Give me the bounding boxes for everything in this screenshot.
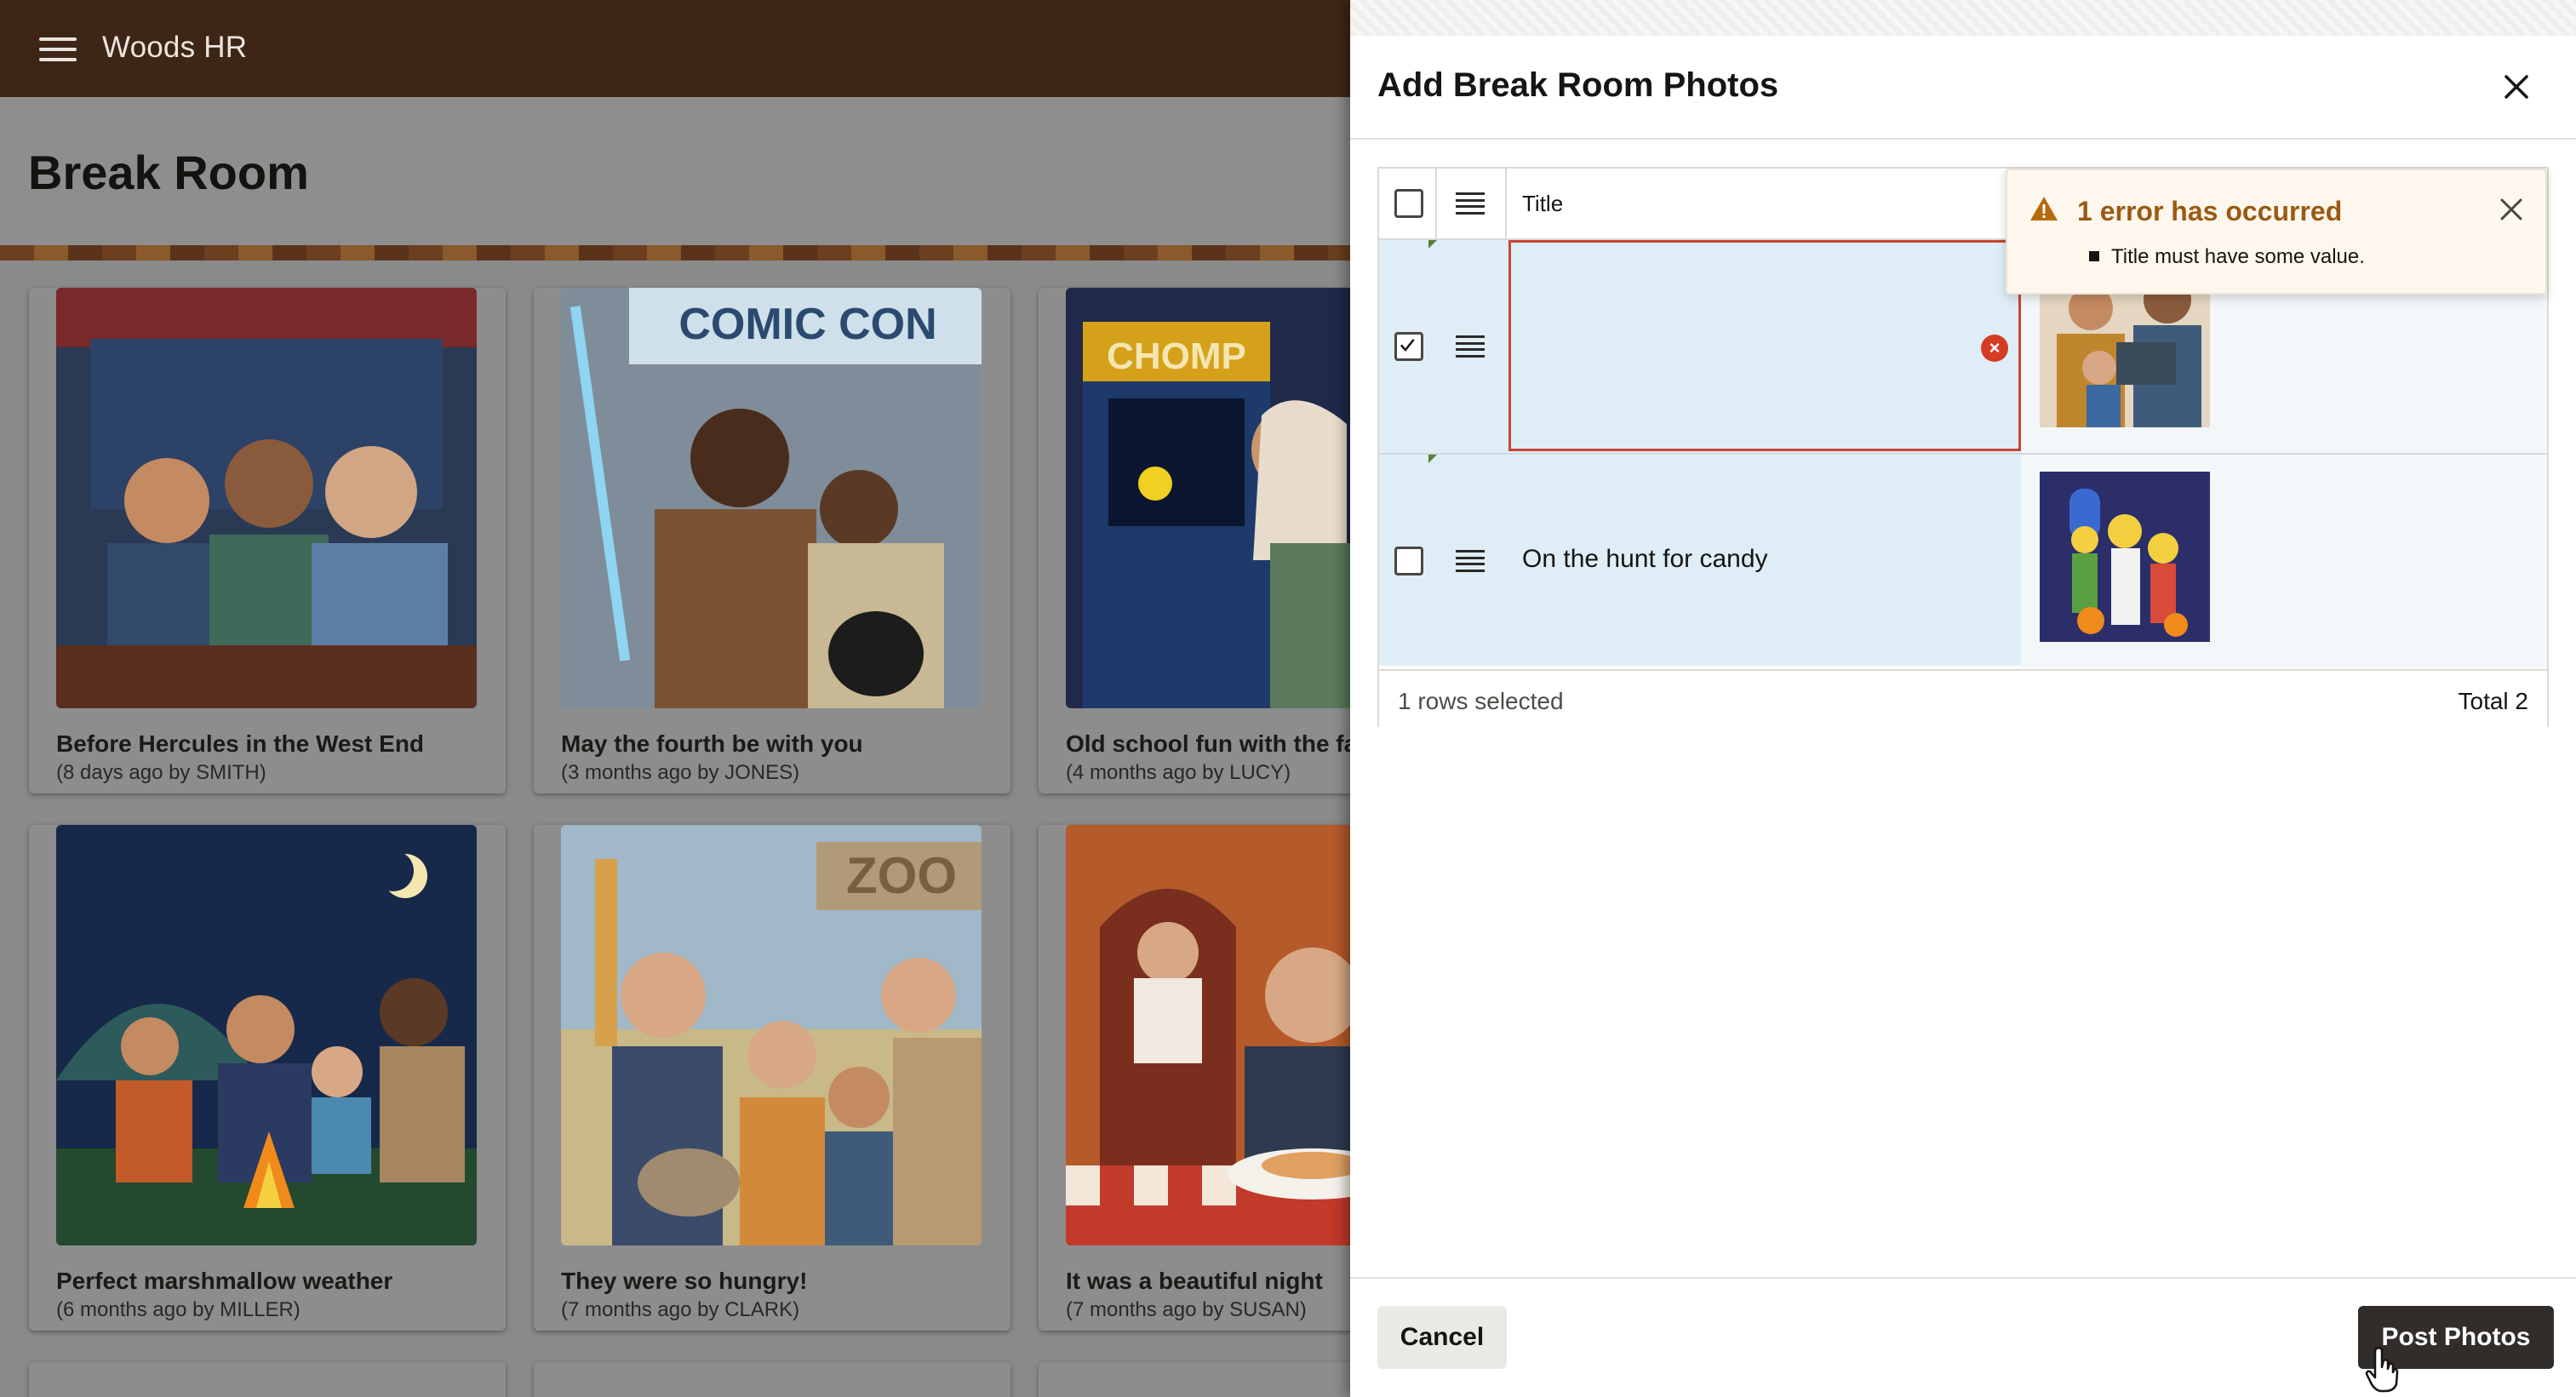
app-header: Woods HR: [0, 0, 1350, 97]
close-icon[interactable]: [2499, 70, 2533, 104]
select-all-checkbox[interactable]: [1394, 189, 1423, 218]
table-row[interactable]: On the hunt for candy: [1379, 453, 2547, 667]
row-title[interactable]: On the hunt for candy: [1522, 545, 1768, 574]
photo-meta: (8 days ago by SMITH): [56, 761, 266, 784]
row-edited-marker: [1428, 240, 1437, 249]
close-icon[interactable]: [2498, 196, 2525, 223]
banner-strip: [0, 245, 1350, 261]
comic-con-sign-text: COMIC CON: [678, 300, 936, 349]
photo-card[interactable]: ZOO They were so hungry! (7 months ago b…: [534, 825, 1010, 1331]
photo-caption: Old school fun with the fa: [1066, 730, 1358, 757]
row-edited-marker: [1428, 455, 1437, 463]
warning-icon: [2029, 196, 2058, 221]
drawer-top-strip: [1350, 0, 2576, 36]
error-message: Title must have some value.: [2111, 245, 2365, 268]
photo-thumbnail: ZOO: [561, 825, 982, 1245]
drawer-title: Add Break Room Photos: [1377, 66, 1779, 104]
error-heading: 1 error has occurred: [2077, 196, 2343, 226]
drawer-divider: [1350, 138, 2576, 140]
drag-handle-icon[interactable]: [1456, 192, 1485, 215]
row-checkbox[interactable]: [1394, 547, 1423, 575]
photo-card[interactable]: COMIC CON May the fourth be with you (3 …: [534, 288, 1010, 793]
footer-divider: [1350, 1277, 2576, 1279]
drag-handle-icon[interactable]: [1456, 550, 1485, 572]
rows-selected-count: 1 rows selected: [1398, 688, 1564, 714]
cancel-button[interactable]: Cancel: [1377, 1306, 1507, 1369]
error-message-popup: 1 error has occurred Title must have som…: [2006, 169, 2547, 295]
grid-footer: 1 rows selected Total 2: [1379, 669, 2547, 727]
row-checkbox[interactable]: [1394, 332, 1423, 361]
chomp-sign-text: CHOMP: [1107, 335, 1246, 377]
bullet-icon: [2089, 251, 2099, 261]
app-title: Woods HR: [102, 31, 248, 64]
photo-meta: (7 months ago by CLARK): [561, 1298, 800, 1321]
photo-caption: They were so hungry!: [561, 1268, 808, 1294]
column-header-title[interactable]: Title: [1522, 191, 1563, 217]
photo-meta: (3 months ago by JONES): [561, 761, 800, 784]
photo-thumbnail: [56, 825, 477, 1245]
page-title: Break Room: [28, 146, 309, 199]
title-input[interactable]: ×: [1508, 240, 2021, 451]
photo-caption: It was a beautiful night: [1066, 1268, 1323, 1294]
column-separator: [1505, 169, 1507, 240]
photo-card[interactable]: Perfect marshmallow weather (6 months ag…: [29, 825, 506, 1331]
photo-card[interactable]: [534, 1362, 1010, 1397]
drag-handle-icon[interactable]: [1456, 335, 1485, 358]
photo-thumbnail: COMIC CON: [561, 288, 982, 708]
page-header: Break Room: [0, 97, 1350, 247]
photo-meta: (4 months ago by LUCY): [1066, 761, 1291, 784]
photo-thumbnail: [56, 288, 477, 708]
photo-meta: (7 months ago by SUSAN): [1066, 1298, 1307, 1321]
error-icon: ×: [1981, 335, 2008, 362]
photo-caption: May the fourth be with you: [561, 730, 863, 757]
photo-cell: [2021, 455, 2547, 667]
photo-card[interactable]: [29, 1362, 506, 1397]
zoo-sign-text: ZOO: [846, 847, 957, 904]
total-count: Total 2: [2458, 688, 2529, 714]
photo-caption: Perfect marshmallow weather: [56, 1268, 393, 1294]
photo-caption: Before Hercules in the West End: [56, 730, 425, 757]
column-separator: [1435, 169, 1437, 240]
photo-meta: (6 months ago by MILLER): [56, 1298, 301, 1321]
photo-thumbnail: [2040, 472, 2210, 642]
hand-cursor-icon: [2365, 1345, 2399, 1393]
hamburger-menu-icon[interactable]: [39, 37, 77, 61]
photo-card[interactable]: Before Hercules in the West End (8 days …: [29, 288, 506, 793]
